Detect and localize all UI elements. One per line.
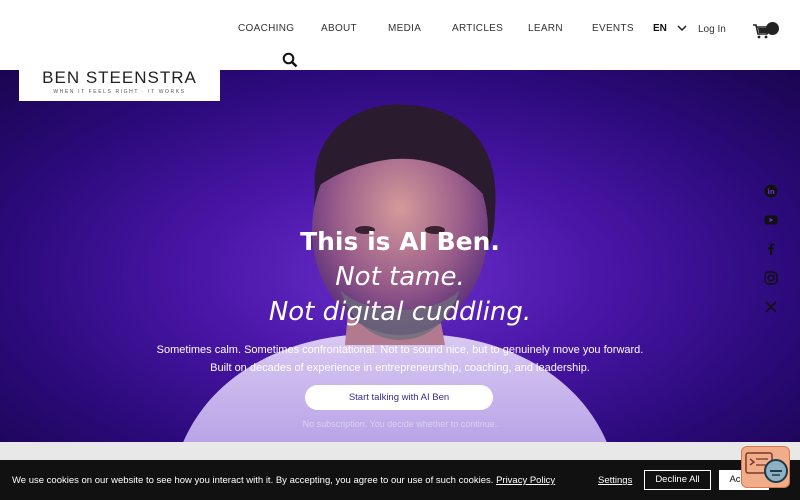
login-link[interactable]: Log In — [698, 24, 726, 35]
start-talking-button[interactable]: Start talking with AI Ben — [305, 385, 493, 410]
nav-events[interactable]: EVENTS — [592, 23, 634, 34]
site-logo[interactable]: BEN STEENSTRA WHEN IT FEELS RIGHT · IT W… — [19, 63, 220, 101]
nav-media[interactable]: MEDIA — [388, 23, 421, 34]
cookie-settings-link[interactable]: Settings — [598, 475, 632, 486]
chevron-down-icon[interactable] — [676, 22, 688, 34]
instagram-icon[interactable] — [764, 271, 778, 285]
language-selector[interactable]: EN — [653, 23, 667, 34]
cookie-message: We use cookies on our website to see how… — [12, 475, 555, 486]
hero-headline: This is AI Ben. — [300, 227, 500, 256]
decline-all-button[interactable]: Decline All — [644, 470, 711, 490]
nav-coaching[interactable]: COACHING — [238, 23, 294, 34]
site-header: COACHING ABOUT MEDIA ARTICLES LEARN EVEN… — [0, 0, 800, 70]
search-icon[interactable] — [282, 52, 298, 68]
hero-description-2: Built on decades of experience in entrep… — [210, 362, 590, 374]
linkedin-icon[interactable]: in — [764, 184, 778, 198]
nav-articles[interactable]: ARTICLES — [452, 23, 503, 34]
chat-widget-button[interactable] — [741, 446, 790, 488]
cookie-banner: We use cookies on our website to see how… — [0, 460, 800, 500]
nav-learn[interactable]: LEARN — [528, 23, 563, 34]
section-divider — [0, 442, 800, 460]
logo-title: BEN STEENSTRA — [42, 68, 197, 87]
privacy-policy-link[interactable]: Privacy Policy — [496, 475, 555, 486]
facebook-icon[interactable] — [764, 242, 778, 256]
hero-description-1: Sometimes calm. Sometimes confrontationa… — [156, 344, 644, 356]
chat-widget-icon — [745, 452, 788, 483]
youtube-icon[interactable] — [764, 213, 778, 227]
cookie-text: We use cookies on our website to see how… — [12, 475, 494, 486]
hero-note: No subscription. You decide whether to c… — [302, 419, 498, 429]
x-icon[interactable] — [764, 300, 778, 314]
hero-line-not-digital: Not digital cuddling. — [268, 297, 532, 327]
nav-about[interactable]: ABOUT — [321, 23, 357, 34]
logo-tagline: WHEN IT FEELS RIGHT · IT WORKS — [53, 89, 186, 95]
hero-line-not-tame: Not tame. — [335, 262, 465, 292]
cart-count-badge — [766, 22, 779, 35]
hero-section: This is AI Ben. Not tame. Not digital cu… — [0, 70, 800, 442]
svg-text:in: in — [767, 188, 774, 196]
